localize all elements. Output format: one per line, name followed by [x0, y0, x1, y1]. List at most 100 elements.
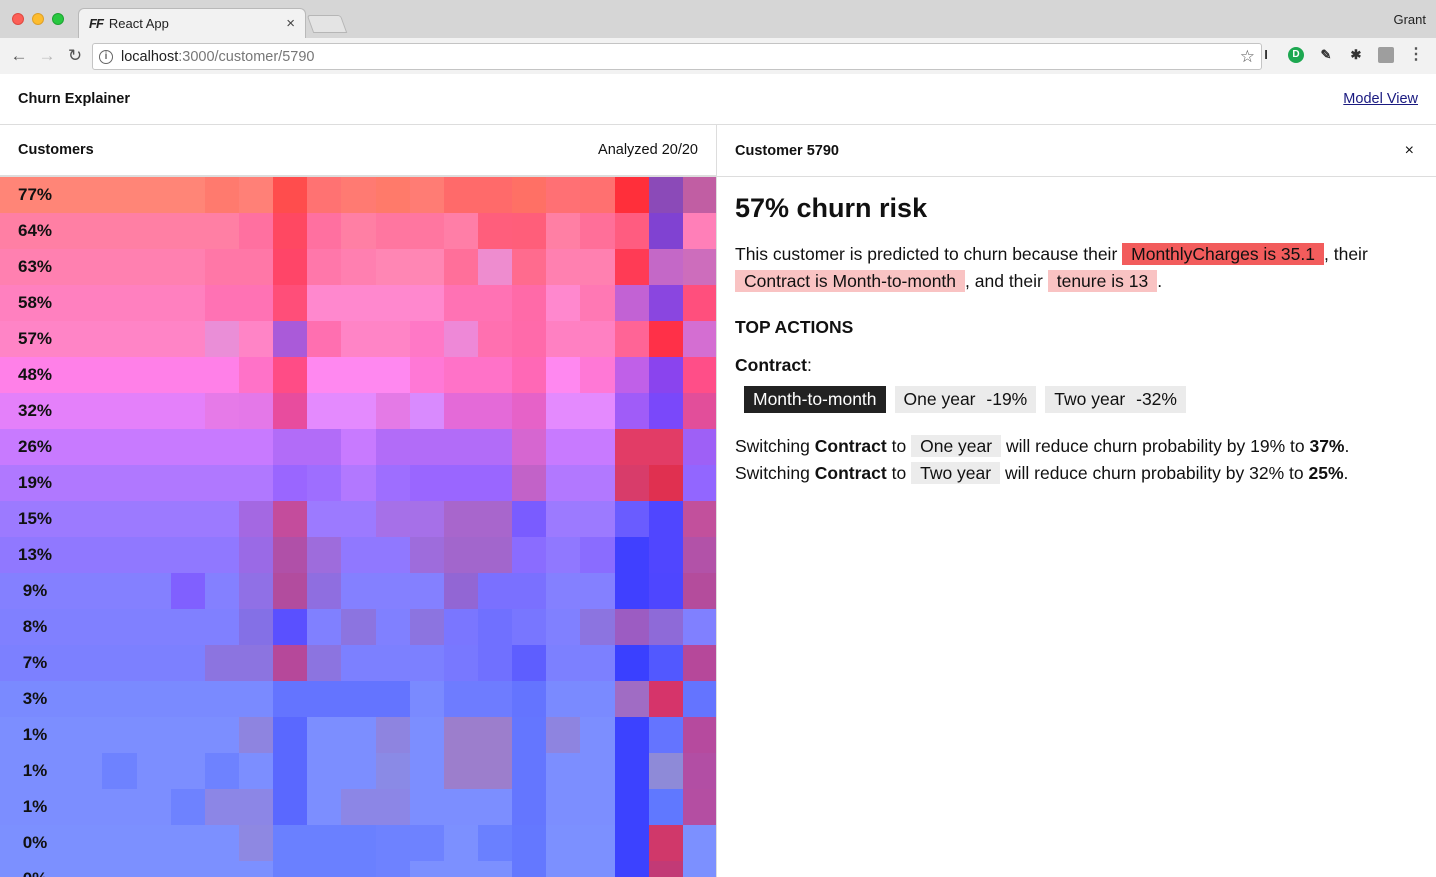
- heatmap-cell: [68, 789, 103, 825]
- heatmap-cell: [580, 825, 615, 861]
- explain-sep-1: , their: [1324, 244, 1368, 264]
- heatmap-cell: [375, 213, 410, 249]
- heatmap-cell: [614, 681, 649, 717]
- heatmap-cell: [170, 537, 205, 573]
- customer-title: Customer 5790: [735, 142, 839, 159]
- heatmap-cell: [307, 429, 342, 465]
- customer-row[interactable]: 7%: [0, 645, 716, 681]
- extension-green-icon[interactable]: D: [1288, 47, 1304, 63]
- heatmap-cell: [682, 357, 716, 393]
- browser-menu-icon[interactable]: ⋮: [1408, 47, 1424, 63]
- heatmap-cell: [409, 753, 444, 789]
- heatmap-cell: [375, 753, 410, 789]
- heatmap-cell: [238, 789, 274, 825]
- customer-row[interactable]: 48%: [0, 357, 716, 393]
- customer-row[interactable]: 32%: [0, 393, 716, 429]
- model-view-link[interactable]: Model View: [1343, 91, 1418, 107]
- forward-icon[interactable]: →: [36, 46, 58, 66]
- heatmap-cell: [614, 249, 649, 285]
- customer-row[interactable]: 64%: [0, 213, 716, 249]
- extension-i-icon[interactable]: I: [1258, 47, 1274, 63]
- option-label: Month-to-month: [753, 389, 877, 409]
- new-tab-button[interactable]: [306, 15, 348, 33]
- bookmark-star-icon[interactable]: ☆: [1240, 47, 1255, 67]
- info-icon[interactable]: i: [99, 49, 113, 64]
- back-icon[interactable]: ←: [8, 46, 30, 66]
- tab-bar: FF React App × Grant: [0, 0, 1436, 38]
- heatmap-cell: [580, 753, 615, 789]
- heatmap-cell: [477, 789, 513, 825]
- browser-tab[interactable]: FF React App ×: [78, 8, 306, 38]
- customer-row[interactable]: 0%: [0, 825, 716, 861]
- heatmap-cell: [409, 789, 444, 825]
- heatmap-cell: [273, 249, 308, 285]
- extension-bug-icon[interactable]: ✱: [1348, 47, 1364, 63]
- customer-row[interactable]: 8%: [0, 609, 716, 645]
- customer-row[interactable]: 3%: [0, 681, 716, 717]
- heatmap-cell: [682, 753, 716, 789]
- heatmap-cell: [170, 753, 205, 789]
- heatmap-cell: [204, 177, 239, 213]
- customer-row[interactable]: 9%: [0, 573, 716, 609]
- customer-row[interactable]: 26%: [0, 429, 716, 465]
- customer-row[interactable]: 57%: [0, 321, 716, 357]
- customer-row[interactable]: 77%: [0, 177, 716, 213]
- heatmap-cell: [512, 753, 547, 789]
- heatmap-cell: [409, 537, 444, 573]
- customer-row[interactable]: 1%: [0, 717, 716, 753]
- churn-risk-label: 19%: [17, 473, 53, 492]
- customer-row[interactable]: 0%: [0, 861, 716, 877]
- heatmap-cell: [273, 537, 308, 573]
- customer-row[interactable]: 1%: [0, 753, 716, 789]
- heatmap-cell: [273, 501, 308, 537]
- extension-icons: I D ✎ ✱ ⋮: [1258, 47, 1424, 63]
- customer-row[interactable]: 58%: [0, 285, 716, 321]
- heatmap-cell: [443, 609, 478, 645]
- heatmap-cell: [341, 645, 376, 681]
- address-bar[interactable]: i localhost:3000/customer/5790 ☆: [92, 43, 1262, 70]
- tab-close-icon[interactable]: ×: [286, 15, 295, 32]
- customer-row[interactable]: 1%: [0, 789, 716, 825]
- option-one-year[interactable]: One year -19%: [894, 386, 1037, 413]
- heatmap-cell: [580, 465, 615, 501]
- maximize-window-button[interactable]: [52, 13, 64, 25]
- heatmap-cell: [341, 717, 376, 753]
- heatmap-cell: [273, 717, 308, 753]
- extension-gray-icon[interactable]: [1378, 47, 1394, 63]
- reload-icon[interactable]: ↻: [64, 46, 86, 66]
- heatmap-cell: [102, 753, 137, 789]
- heatmap-cell: [409, 825, 444, 861]
- heatmap-cell: [375, 429, 410, 465]
- customer-row[interactable]: 19%: [0, 465, 716, 501]
- heatmap-cell: [682, 393, 716, 429]
- heatmap-cell: [136, 357, 171, 393]
- option-two-year[interactable]: Two year -32%: [1045, 386, 1186, 413]
- heatmap-cell: [341, 501, 376, 537]
- heatmap-cell: [341, 285, 376, 321]
- heatmap-cell: [375, 321, 410, 357]
- heatmap-cell: [273, 213, 308, 249]
- heatmap-cell: [341, 861, 376, 877]
- customers-panel: Customers Analyzed 20/20 77% 64% 63% 58% 57%…: [0, 125, 717, 877]
- contract-options: Month-to-month One year -19% Two year -3…: [744, 386, 1418, 413]
- heatmap-cell: [614, 213, 649, 249]
- heatmap-cell: [136, 249, 171, 285]
- heatmap-cell: [170, 681, 205, 717]
- heatmap-cell: [682, 645, 716, 681]
- profile-name[interactable]: Grant: [1393, 12, 1426, 27]
- heatmap-cell: [546, 501, 581, 537]
- option-month-to-month[interactable]: Month-to-month: [744, 386, 886, 413]
- churn-risk-label: 58%: [17, 293, 53, 312]
- extension-pin-icon[interactable]: ✎: [1318, 47, 1334, 63]
- url-text[interactable]: localhost:3000/customer/5790: [121, 49, 1240, 65]
- heatmap-cell: [682, 213, 716, 249]
- heatmap-cell: [512, 465, 547, 501]
- heatmap-cell: [68, 177, 103, 213]
- customer-row[interactable]: 63%: [0, 249, 716, 285]
- customer-row[interactable]: 15%: [0, 501, 716, 537]
- minimize-window-button[interactable]: [32, 13, 44, 25]
- heatmap-cell: [136, 321, 171, 357]
- close-icon[interactable]: ×: [1405, 142, 1414, 160]
- close-window-button[interactable]: [12, 13, 24, 25]
- customer-row[interactable]: 13%: [0, 537, 716, 573]
